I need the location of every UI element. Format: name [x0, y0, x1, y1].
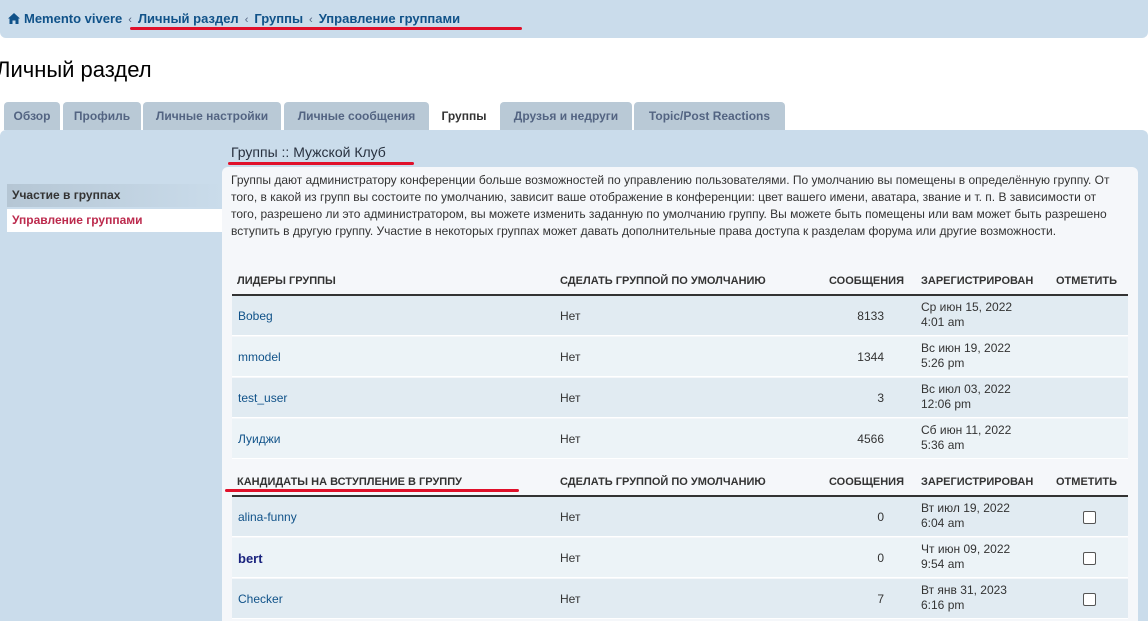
annotation-underline	[228, 162, 414, 165]
mark-checkbox[interactable]	[1083, 511, 1096, 524]
time-line: 6:04 am	[921, 516, 965, 530]
col-registered: Зарегистрирован	[921, 275, 1034, 287]
home-icon	[8, 13, 20, 24]
default-value: Нет	[560, 510, 581, 524]
mark-checkbox[interactable]	[1083, 552, 1096, 565]
registered-date: Вс июл 03, 2022 12:06 pm	[921, 382, 1061, 412]
default-value: Нет	[560, 391, 581, 405]
default-value: Нет	[560, 432, 581, 446]
date-line: Вт июл 19, 2022	[921, 501, 1010, 515]
time-line: 4:01 am	[921, 315, 965, 329]
registered-date: Вс июн 19, 2022 5:26 pm	[921, 341, 1061, 371]
time-line: 6:16 pm	[921, 598, 965, 612]
sidebar-item-membership[interactable]: Участие в группах	[7, 184, 223, 207]
date-line: Чт июн 09, 2022	[921, 542, 1011, 556]
col-default: Сделать группой по умолчанию	[560, 275, 766, 287]
page-title: Личный раздел	[0, 57, 152, 82]
chevron-left-icon: ‹	[244, 14, 249, 26]
tab-overview[interactable]: Обзор	[4, 102, 60, 130]
table-row: mmodel Нет 1344 Вс июн 19, 2022 5:26 pm	[232, 337, 1128, 377]
date-line: Ср июн 15, 2022	[921, 300, 1013, 314]
table-row: Bobeg Нет 8133 Ср июн 15, 2022 4:01 am	[232, 296, 1128, 336]
breadcrumb-groups[interactable]: Группы	[254, 11, 303, 26]
table-row: test_user Нет 3 Вс июл 03, 2022 12:06 pm	[232, 378, 1128, 418]
navbar: Memento vivere ‹ Личный раздел ‹ Группы ‹ Упра…	[0, 0, 1148, 38]
group-description: Группы дают администратору конференции б…	[231, 173, 1110, 238]
post-count: 3	[877, 391, 884, 405]
registered-date: Вт июл 19, 2022 6:04 am	[921, 501, 1061, 531]
registered-date: Чт июн 09, 2022 9:54 am	[921, 542, 1061, 572]
date-line: Вс июн 19, 2022	[921, 341, 1011, 355]
col-default: Сделать группой по умолчанию	[560, 476, 766, 488]
breadcrumb-manage-groups[interactable]: Управление группами	[319, 11, 460, 26]
tab-messages[interactable]: Личные сообщения	[284, 102, 429, 130]
username-link[interactable]: alina-funny	[238, 510, 297, 524]
tab-groups[interactable]: Группы	[431, 102, 497, 130]
breadcrumb-personal[interactable]: Личный раздел	[138, 11, 239, 26]
username-link[interactable]: Луиджи	[238, 432, 280, 446]
default-value: Нет	[560, 551, 581, 565]
default-value: Нет	[560, 309, 581, 323]
date-line: Вс июл 03, 2022	[921, 382, 1011, 396]
tab-preferences[interactable]: Личные настройки	[143, 102, 281, 130]
tab-reactions[interactable]: Topic/Post Reactions	[634, 102, 785, 130]
breadcrumb-home[interactable]: Memento vivere	[24, 11, 122, 26]
col-mark: Отметить	[1056, 476, 1118, 488]
default-value: Нет	[560, 350, 581, 364]
username-link[interactable]: Checker	[238, 592, 283, 606]
tab-friends[interactable]: Друзья и недруги	[500, 102, 632, 130]
table-row: Checker Нет 7 Вт янв 31, 2023 6:16 pm	[232, 579, 1128, 619]
registered-date: Вт янв 31, 2023 6:16 pm	[921, 583, 1061, 613]
annotation-underline	[130, 27, 522, 30]
sidebar-item-manage[interactable]: Управление группами	[7, 209, 223, 232]
username-link[interactable]: Bobeg	[238, 309, 273, 323]
col-registered: Зарегистрирован	[921, 476, 1034, 488]
default-value: Нет	[560, 592, 581, 606]
post-count: 0	[877, 510, 884, 524]
group-title: Группы :: Мужской Клуб	[231, 144, 386, 160]
col-mark: Отметить	[1056, 275, 1118, 287]
time-line: 5:36 am	[921, 438, 965, 452]
chevron-left-icon: ‹	[309, 14, 313, 26]
mark-checkbox[interactable]	[1083, 593, 1096, 606]
username-link[interactable]: mmodel	[238, 350, 281, 364]
post-count: 7	[877, 592, 884, 606]
username-link[interactable]: test_user	[238, 391, 287, 405]
username-link[interactable]: bert	[238, 551, 263, 566]
chevron-left-icon: ‹	[128, 14, 132, 26]
registered-date: Сб июн 11, 2022 5:36 am	[921, 423, 1061, 453]
time-line: 9:54 am	[921, 557, 965, 571]
post-count: 1344	[857, 350, 884, 364]
col-posts: Сообщения	[829, 476, 904, 488]
table-row: alina-funny Нет 0 Вт июл 19, 2022 6:04 am	[232, 497, 1128, 537]
date-line: Сб июн 11, 2022	[921, 423, 1012, 437]
tab-profile[interactable]: Профиль	[63, 102, 141, 130]
leaders-table-header: Лидеры группы Сделать группой по умолчан…	[232, 268, 1128, 295]
time-line: 12:06 pm	[921, 397, 972, 411]
annotation-underline	[225, 489, 519, 492]
col-candidates: Кандидаты на вступление в группу	[237, 476, 462, 488]
col-posts: Сообщения	[829, 275, 904, 287]
time-line: 5:26 pm	[921, 356, 965, 370]
post-count: 4566	[857, 432, 884, 446]
post-count: 0	[877, 551, 884, 565]
table-row: bert Нет 0 Чт июн 09, 2022 9:54 am	[232, 538, 1128, 578]
post-count: 8133	[857, 309, 884, 323]
registered-date: Ср июн 15, 2022 4:01 am	[921, 300, 1061, 330]
col-leaders: Лидеры группы	[237, 275, 336, 287]
date-line: Вт янв 31, 2023	[921, 583, 1007, 597]
table-row: Луиджи Нет 4566 Сб июн 11, 2022 5:36 am	[232, 419, 1128, 459]
breadcrumb: Memento vivere ‹ Личный раздел ‹ Группы ‹ Упра…	[8, 11, 460, 26]
